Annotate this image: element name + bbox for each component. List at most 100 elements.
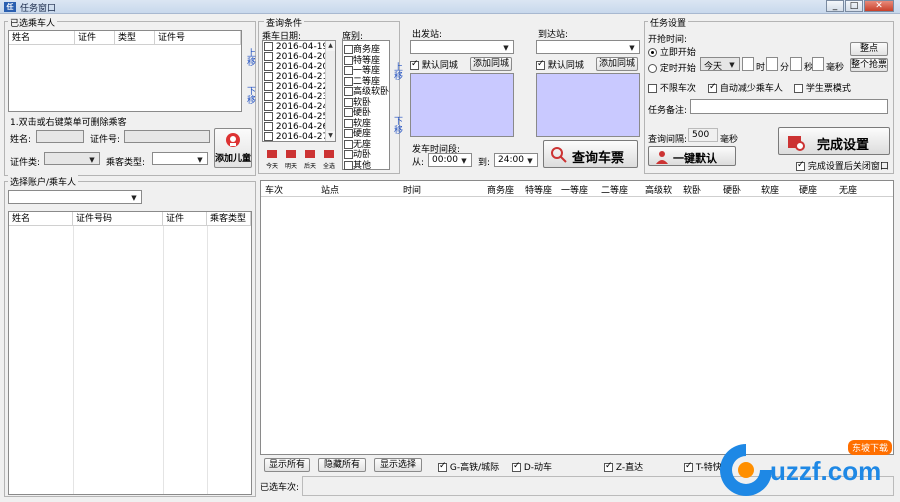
col-name[interactable]: 姓名 <box>9 31 75 45</box>
date-option[interactable]: 2016-04-22 <box>264 82 328 92</box>
train-col-header[interactable]: 软卧 <box>683 183 701 196</box>
idno-label: 证件号: <box>90 135 121 145</box>
one-default-button[interactable]: 一键默认 <box>648 146 736 166</box>
after-tomorrow-button[interactable]: 后天 <box>302 149 318 170</box>
date-scrollbar[interactable]: ▲ ▼ <box>325 41 335 141</box>
tomorrow-button[interactable]: 明天 <box>283 149 299 170</box>
train-col-header[interactable]: 高级软 <box>645 183 672 196</box>
contacts-list[interactable]: 姓名 证件号码 证件 乘客类型 <box>8 211 252 495</box>
date-option[interactable]: 2016-04-23 <box>264 92 328 102</box>
train-col-header[interactable]: 硬座 <box>799 183 817 196</box>
remark-field[interactable] <box>690 99 888 114</box>
day-select[interactable]: 今天 ▼ <box>700 57 740 72</box>
train-col-header[interactable]: 站点 <box>321 183 339 196</box>
ms-field[interactable] <box>812 57 824 71</box>
seat-option[interactable]: 其他 <box>344 158 371 171</box>
train-table[interactable]: 车次 站点 时间 商务座 特等座 一等座 二等座 高级软 软卧 硬卧 软座 硬座 无座 <box>260 180 894 455</box>
auto-reduce-checkbox[interactable]: 自动减少乘车人 <box>708 81 783 94</box>
contacts-col-idno[interactable]: 证件号码 <box>73 212 163 226</box>
account-select[interactable]: ▼ <box>8 190 142 204</box>
start-timed-radio[interactable]: 定时开始 <box>648 61 696 74</box>
calendar-icon <box>267 150 277 158</box>
train-col-header[interactable]: 车次 <box>265 183 283 196</box>
time-from-select[interactable]: 00:00 ▼ <box>428 153 472 167</box>
from-station-select[interactable]: ▼ <box>410 40 514 54</box>
date-list[interactable]: 2016-04-19 2016-04-20 2016-04-20 2016-04… <box>262 40 336 142</box>
query-tickets-button[interactable]: 查询车票 <box>543 140 638 168</box>
contacts-col-id[interactable]: 证件 <box>163 212 207 226</box>
finish-settings-button[interactable]: 完成设置 <box>778 127 890 155</box>
add-to-city-button[interactable]: 添加同城 <box>596 57 638 71</box>
train-col-header[interactable]: 时间 <box>403 183 421 196</box>
date-option[interactable]: 2016-04-26 <box>264 122 328 132</box>
student-mode-checkbox[interactable]: 学生票模式 <box>794 81 851 94</box>
calendar-icon <box>286 150 296 158</box>
filter-g-checkbox[interactable]: G-高铁/城际 <box>438 460 499 473</box>
user-icon <box>656 151 668 164</box>
passenger-up-link[interactable]: 上移 <box>244 48 257 66</box>
select-all-dates-button[interactable]: 全选 <box>321 149 337 170</box>
col-idno[interactable]: 证件号 <box>155 31 241 45</box>
contacts-col-type[interactable]: 乘客类型 <box>207 212 251 226</box>
interval-field[interactable]: 500 <box>688 128 718 142</box>
date-option[interactable]: 2016-04-19 <box>264 42 328 52</box>
date-option[interactable]: 2016-04-25 <box>264 112 328 122</box>
seat-up-link[interactable]: 上移 <box>391 62 404 80</box>
at-point-button[interactable]: 整点 <box>850 42 888 56</box>
date-option[interactable]: 2016-04-24 <box>264 102 328 112</box>
close-button[interactable]: ✕ <box>864 0 894 12</box>
maximize-button[interactable]: □ <box>845 0 863 12</box>
time-to-select[interactable]: 24:00 ▼ <box>494 153 538 167</box>
seat-list[interactable]: 商务座 特等座 一等座 二等座 高级软卧 软卧 硬卧 软座 硬座 无座 动卧 其他 <box>342 40 390 171</box>
passenger-down-link[interactable]: 下移 <box>244 86 257 104</box>
at-point-sec-button[interactable]: 整个抢票 <box>850 58 888 72</box>
col-type[interactable]: 类型 <box>115 31 155 45</box>
window-title: 任务窗口 <box>20 4 57 14</box>
train-col-header[interactable]: 无座 <box>839 183 857 196</box>
filter-z-checkbox[interactable]: Z-直达 <box>604 460 643 473</box>
to-station-select[interactable]: ▼ <box>536 40 640 54</box>
show-all-button[interactable]: 显示所有 <box>264 458 310 472</box>
from-default-city[interactable]: 默认同城 <box>410 58 458 71</box>
seat-down-link[interactable]: 下移 <box>391 116 404 134</box>
query-label: 查询条件 <box>264 16 305 29</box>
today-button[interactable]: 今天 <box>264 149 280 170</box>
title-bar: 任 任务窗口 _ □ ✕ <box>0 0 900 14</box>
from-station-label: 出发站: <box>412 30 443 40</box>
date-option[interactable]: 2016-04-21 <box>264 72 328 82</box>
name-label: 姓名: <box>10 135 32 145</box>
col-id[interactable]: 证件 <box>75 31 115 45</box>
hour-field[interactable] <box>742 57 754 71</box>
start-now-radio[interactable]: 立即开始 <box>648 45 696 58</box>
add-child-label: 添加儿童 <box>215 154 252 164</box>
name-field[interactable] <box>36 130 84 143</box>
idtype-select[interactable]: ▼ <box>44 152 100 165</box>
minimize-button[interactable]: _ <box>826 0 844 12</box>
minute-field[interactable] <box>766 57 778 71</box>
filter-d-checkbox[interactable]: D-动车 <box>512 460 552 473</box>
add-child-button[interactable]: 添加儿童 <box>214 128 252 168</box>
to-city-list[interactable] <box>536 73 640 137</box>
train-col-header[interactable]: 特等座 <box>525 183 552 196</box>
train-table-header: 车次 站点 时间 商务座 特等座 一等座 二等座 高级软 软卧 硬卧 软座 硬座 无座 <box>261 181 893 197</box>
close-after-checkbox[interactable]: 完成设置后关闭窗口 <box>796 159 889 172</box>
train-col-header[interactable]: 软座 <box>761 183 779 196</box>
show-filter-button[interactable]: 显示选择 <box>374 458 422 472</box>
date-option[interactable]: 2016-04-20 <box>264 52 328 62</box>
from-city-list[interactable] <box>410 73 514 137</box>
train-col-header[interactable]: 一等座 <box>561 183 588 196</box>
idno-field[interactable] <box>124 130 210 143</box>
train-col-header[interactable]: 商务座 <box>487 183 514 196</box>
passenger-type-select[interactable]: ▼ <box>152 152 208 165</box>
date-option[interactable]: 2016-04-27 <box>264 132 328 142</box>
train-col-header[interactable]: 硬卧 <box>723 183 741 196</box>
train-col-header[interactable]: 二等座 <box>601 183 628 196</box>
contacts-col-name[interactable]: 姓名 <box>9 212 73 226</box>
hide-all-button[interactable]: 隐藏所有 <box>318 458 366 472</box>
no-split-checkbox[interactable]: 不限车次 <box>648 81 696 94</box>
add-from-city-button[interactable]: 添加同城 <box>470 57 512 71</box>
second-field[interactable] <box>790 57 802 71</box>
date-option[interactable]: 2016-04-20 <box>264 62 328 72</box>
to-default-city[interactable]: 默认同城 <box>536 58 584 71</box>
selected-passengers-list[interactable]: 姓名 证件 类型 证件号 <box>8 30 242 112</box>
